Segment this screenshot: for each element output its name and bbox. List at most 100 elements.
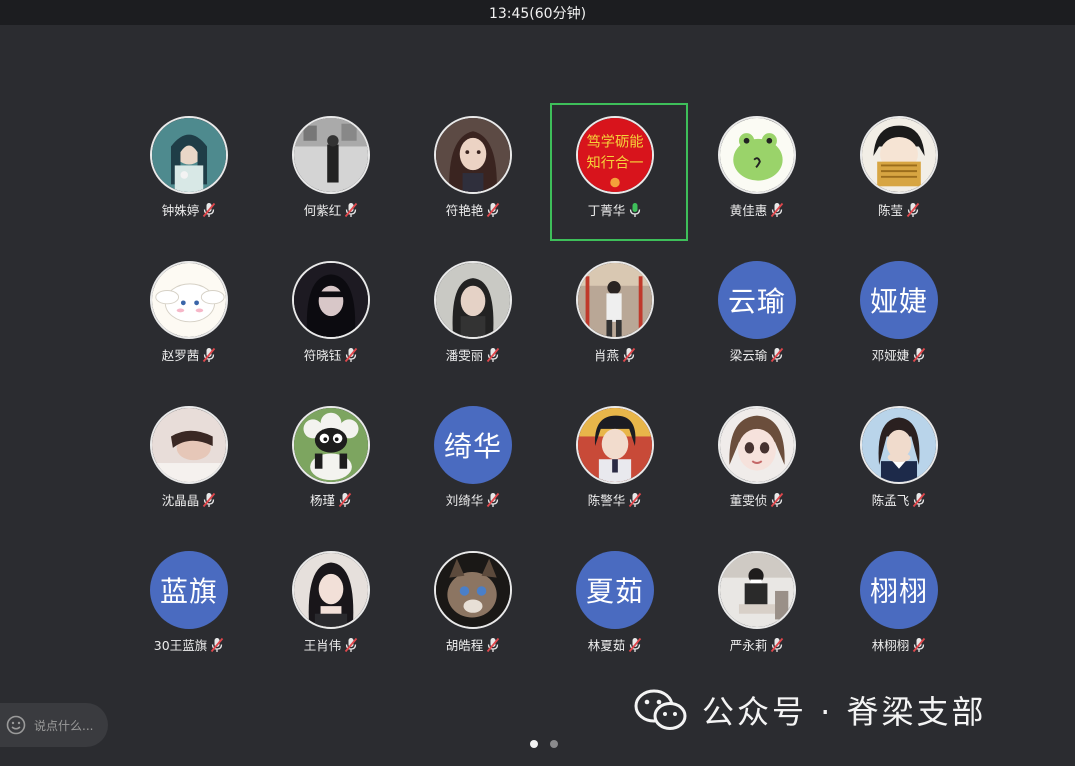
mic-muted-icon bbox=[771, 637, 784, 652]
participant-name: 陈警华 bbox=[587, 493, 626, 508]
mic-muted-icon bbox=[771, 347, 784, 362]
participant-name-row: 胡皓程 bbox=[446, 635, 501, 654]
participant-tile[interactable]: 夏茹 林夏茹 bbox=[544, 538, 686, 683]
participant-name-row: 赵罗茜 bbox=[162, 345, 217, 364]
mic-muted-icon bbox=[487, 637, 500, 652]
participant-name: 肖燕 bbox=[593, 348, 619, 363]
participant-name: 符艳艳 bbox=[445, 203, 484, 218]
participant-tile[interactable]: 陈莹 bbox=[828, 103, 970, 248]
participant-name-row: 林夏茹 bbox=[588, 635, 643, 654]
participant-name: 丁菁华 bbox=[587, 203, 626, 218]
avatar bbox=[718, 406, 796, 484]
participant-tile[interactable]: 严永莉 bbox=[686, 538, 828, 683]
participant-name: 黄佳惠 bbox=[729, 203, 768, 218]
participant-tile[interactable]: 肖燕 bbox=[544, 248, 686, 393]
participant-tile[interactable]: 钟姝婷 bbox=[118, 103, 260, 248]
participant-tile[interactable]: 娅婕邓娅婕 bbox=[828, 248, 970, 393]
avatar-image bbox=[294, 263, 368, 337]
participant-name-row: 潘雯丽 bbox=[446, 345, 501, 364]
wechat-icon bbox=[634, 689, 687, 730]
participant-name-row: 沈晶晶 bbox=[162, 490, 217, 509]
participant-tile[interactable]: 栩栩 林栩栩 bbox=[828, 538, 970, 683]
participant-name-row: 符晓钰 bbox=[304, 345, 359, 364]
participant-name-row: 严永莉 bbox=[730, 635, 785, 654]
emoji-icon[interactable] bbox=[6, 715, 26, 735]
mic-muted-icon bbox=[211, 637, 224, 652]
participant-name-row: 肖燕 bbox=[594, 345, 636, 364]
mic-muted-icon bbox=[203, 347, 216, 362]
avatar bbox=[150, 406, 228, 484]
participant-name: 邓娅婕 bbox=[871, 348, 910, 363]
participant-name: 严永莉 bbox=[729, 638, 768, 653]
avatar: 笃学砺能 知行合一 bbox=[576, 116, 654, 194]
participant-tile[interactable]: 云瑜 梁云瑜 bbox=[686, 248, 828, 393]
participant-name-row: 钟姝婷 bbox=[162, 200, 217, 219]
participant-name-row: 陈孟飞 bbox=[872, 490, 927, 509]
watermark-text: 公众号 · 脊梁支部 bbox=[702, 693, 987, 731]
avatar-image bbox=[720, 553, 794, 627]
chat-input-box[interactable]: 说点什么... bbox=[0, 703, 108, 747]
participant-name-row: 董雯侦 bbox=[730, 490, 785, 509]
avatar-initials: 绮华 bbox=[434, 406, 512, 484]
mic-muted-icon bbox=[203, 202, 216, 217]
avatar bbox=[150, 261, 228, 339]
participant-name: 王肖伟 bbox=[303, 638, 342, 653]
mic-muted-icon bbox=[487, 202, 500, 217]
participant-name-row: 何紫红 bbox=[304, 200, 359, 219]
mic-muted-icon bbox=[629, 637, 642, 652]
participant-name-row: 黄佳惠 bbox=[730, 200, 785, 219]
participant-name-row: 王肖伟 bbox=[304, 635, 359, 654]
participant-name: 陈莹 bbox=[877, 203, 903, 218]
mic-muted-icon bbox=[345, 637, 358, 652]
participant-tile[interactable]: 绮华刘绮华 bbox=[402, 393, 544, 538]
chat-placeholder: 说点什么... bbox=[34, 718, 94, 733]
avatar-image bbox=[720, 408, 794, 482]
avatar-image bbox=[578, 408, 652, 482]
avatar bbox=[292, 406, 370, 484]
participant-name: 董雯侦 bbox=[729, 493, 768, 508]
participant-name-row: 刘绮华 bbox=[446, 490, 501, 509]
avatar-image bbox=[436, 263, 510, 337]
avatar-image bbox=[436, 118, 510, 192]
participant-tile[interactable]: 沈晶晶 bbox=[118, 393, 260, 538]
avatar-image bbox=[294, 118, 368, 192]
participant-name: 何紫红 bbox=[303, 203, 342, 218]
participant-tile[interactable]: 董雯侦 bbox=[686, 393, 828, 538]
page-dot-1[interactable] bbox=[530, 740, 538, 748]
participant-tile[interactable]: 胡皓程 bbox=[402, 538, 544, 683]
participant-tile[interactable]: 符艳艳 bbox=[402, 103, 544, 248]
participant-tile[interactable]: 赵罗茜 bbox=[118, 248, 260, 393]
participant-tile[interactable]: 何紫红 bbox=[260, 103, 402, 248]
participant-name: 林栩栩 bbox=[871, 638, 910, 653]
participant-grid: 钟姝婷 何紫红 符艳艳 笃学砺能 知行合一 丁菁华 黄佳惠 陈莹 赵罗茜 符晓钰 潘雯丽 肖燕 云瑜 梁云… bbox=[118, 103, 970, 683]
mic-muted-icon bbox=[913, 637, 926, 652]
participant-tile[interactable]: 蓝旗 30王蓝旗 bbox=[118, 538, 260, 683]
participant-tile[interactable]: 王肖伟 bbox=[260, 538, 402, 683]
meeting-time: 13:45(60分钟) bbox=[488, 5, 587, 22]
participant-name-row: 30王蓝旗 bbox=[154, 635, 224, 654]
meeting-time-bar: 13:45(60分钟) bbox=[0, 0, 1075, 25]
participant-name: 刘绮华 bbox=[445, 493, 484, 508]
participant-tile[interactable]: 杨瑾 bbox=[260, 393, 402, 538]
page-dot-2[interactable] bbox=[550, 740, 558, 748]
participant-tile[interactable]: 符晓钰 bbox=[260, 248, 402, 393]
avatar-image bbox=[294, 408, 368, 482]
participant-tile[interactable]: 潘雯丽 bbox=[402, 248, 544, 393]
participant-tile[interactable]: 陈孟飞 bbox=[828, 393, 970, 538]
page-indicator[interactable] bbox=[530, 740, 558, 748]
participant-name: 杨瑾 bbox=[309, 493, 335, 508]
avatar bbox=[576, 406, 654, 484]
wechat-watermark: 公众号 · 脊梁支部 bbox=[632, 684, 1042, 736]
avatar-image bbox=[152, 408, 226, 482]
participant-name: 30王蓝旗 bbox=[153, 638, 208, 653]
avatar-initials: 娅婕 bbox=[860, 261, 938, 339]
avatar bbox=[860, 406, 938, 484]
participant-tile[interactable]: 笃学砺能 知行合一丁菁华 bbox=[544, 103, 688, 248]
avatar bbox=[860, 116, 938, 194]
avatar-image bbox=[294, 553, 368, 627]
avatar-initials: 云瑜 bbox=[718, 261, 796, 339]
avatar bbox=[576, 261, 654, 339]
participant-name-row: 林栩栩 bbox=[872, 635, 927, 654]
participant-tile[interactable]: 陈警华 bbox=[544, 393, 686, 538]
participant-tile[interactable]: 黄佳惠 bbox=[686, 103, 828, 248]
